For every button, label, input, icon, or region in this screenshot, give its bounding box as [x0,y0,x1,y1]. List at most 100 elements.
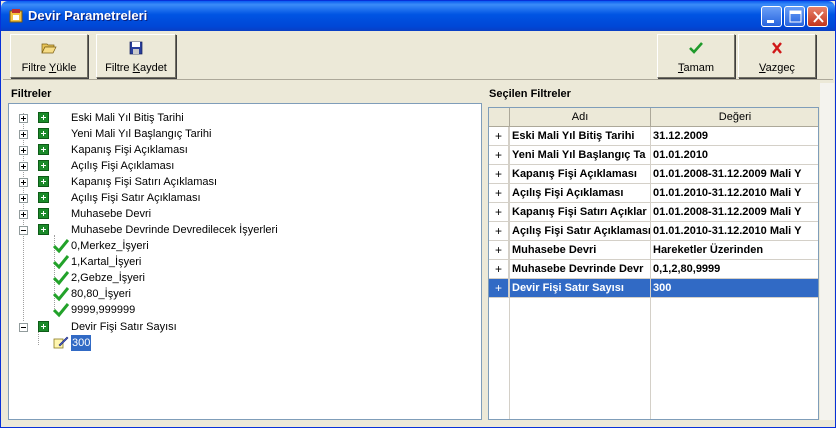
selected-filters-grid[interactable]: Adı Değeri + Eski Mali Yıl Bitiş Tarihi … [488,107,819,420]
load-filter-button[interactable]: Filtre Yükle [10,34,88,78]
selected-filters-heading: Seçilen Filtreler [489,88,571,100]
tree-item[interactable]: Yeni Mali Yıl Başlangıç Tarihi [9,126,479,142]
row-name-cell: Muhasebe Devrinde Devr [510,260,651,279]
tree-value-selected[interactable]: 300 [71,335,92,351]
pencil-edit-icon [53,336,69,349]
row-name-cell: Kapanış Fişi Açıklaması [510,165,651,184]
tree-item[interactable]: Açılış Fişi Satır Açıklaması [9,190,479,206]
expand-icon[interactable] [19,130,28,139]
filter-plus-icon [38,192,49,203]
tree-subitem[interactable]: 1,Kartal_İşyeri [9,254,479,270]
tree-item[interactable]: Muhasebe Devri [9,206,479,222]
maximize-button[interactable] [784,6,805,27]
close-button[interactable] [807,6,828,27]
tree-subitem-label: 1,Kartal_İşyeri [71,256,142,268]
app-icon [9,9,23,23]
filter-plus-icon [38,321,49,332]
row-expand-icon[interactable]: + [489,222,509,241]
filter-plus-icon [38,112,49,123]
filter-plus-icon [38,176,49,187]
tree-subitem[interactable]: 80,80_İşyeri [9,286,479,302]
tree-item-label: Açılış Fişi Satır Açıklaması [71,192,201,204]
tree-item[interactable]: Açılış Fişi Açıklaması [9,158,479,174]
toolbar: Filtre Yükle Filtre Kaydet Tamam Vazgeç [3,31,833,80]
tree-item[interactable]: Muhasebe Devrinde Devredilecek İşyerleri [9,222,479,238]
window-scrollbar[interactable] [820,83,834,420]
save-filter-button[interactable]: Filtre Kaydet [96,34,176,78]
column-header-value[interactable]: Değeri [651,108,818,127]
row-expand-icon[interactable]: + [489,127,509,146]
expand-icon[interactable] [19,210,28,219]
row-expand-icon[interactable]: + [489,184,509,203]
collapse-icon[interactable] [19,226,28,235]
row-expand-icon[interactable]: + [489,203,509,222]
row-name-cell: Muhasebe Devri [510,241,651,260]
tree-item-label: Eski Mali Yıl Bitiş Tarihi [71,112,184,124]
tree-item[interactable]: Devir Fişi Satır Sayısı [9,319,479,335]
tree-subitem-label: 2,Gebze_İşyeri [71,272,145,284]
tree-item[interactable]: Kapanış Fişi Satırı Açıklaması [9,174,479,190]
expand-icon[interactable] [19,114,28,123]
row-expand-icon[interactable]: + [489,260,509,279]
ok-label: amam [683,62,715,74]
window-title: Devir Parametreleri [28,8,148,23]
expand-icon[interactable] [19,194,28,203]
load-filter-label-rest: ükle [56,62,77,74]
panel-splitter[interactable] [484,103,487,420]
save-filter-accel: K [132,62,140,74]
green-check-icon [689,42,703,54]
tree-item-label: Muhasebe Devri [71,208,152,220]
status-strip [3,423,833,427]
ok-button[interactable]: Tamam [657,34,735,78]
row-expand-icon[interactable]: + [489,146,509,165]
tree-item-label: Kapanış Fişi Satırı Açıklaması [71,176,218,188]
save-filter-label-rest: aydet [139,62,167,74]
tree-item-label: Kapanış Fişi Açıklaması [71,144,188,156]
minimize-button[interactable] [761,6,782,27]
row-name-cell: Yeni Mali Yıl Başlangıç Ta [510,146,651,165]
save-filter-label: Filtre [105,62,133,74]
tree-subitem[interactable]: 300 [9,335,479,351]
row-name-cell: Kapanış Fişi Satırı Açıklar [510,203,651,222]
row-expand-icon[interactable]: + [489,279,509,298]
row-name-cell: Eski Mali Yıl Bitiş Tarihi [510,127,651,146]
collapse-icon[interactable] [19,323,28,332]
cancel-button[interactable]: Vazgeç [738,34,816,78]
row-name-cell: Açılış Fişi Açıklaması [510,184,651,203]
row-name-cell: Açılış Fişi Satır Açıklaması [510,222,651,241]
tree-subitem-label: 9999,999999 [71,304,136,316]
row-name-cell: Devir Fişi Satır Sayısı [510,279,651,298]
minimize-icon [767,20,774,23]
title-bar[interactable]: Devir Parametreleri [1,1,835,31]
filters-heading: Filtreler [11,88,52,100]
expand-icon[interactable] [19,162,28,171]
row-value-cell: 01.01.2010-31.12.2010 Mali Y [651,222,818,241]
tree-item[interactable]: Eski Mali Yıl Bitiş Tarihi [9,110,479,126]
tree-item-label: Devir Fişi Satır Sayısı [71,321,177,333]
row-expand-icon[interactable]: + [489,241,509,260]
expand-icon[interactable] [19,146,28,155]
tree-subitem[interactable]: 2,Gebze_İşyeri [9,270,479,286]
grid-corner-header [489,108,510,127]
devir-parametreleri-window: Devir Parametreleri Filtre Yükle Filtre … [0,0,836,428]
maximize-icon [789,10,802,23]
tree-item[interactable]: Kapanış Fişi Açıklaması [9,142,479,158]
tree-item-label: Açılış Fişi Açıklaması [71,160,175,172]
expand-icon[interactable] [19,178,28,187]
tree-subitem[interactable]: 0,Merkez_İşyeri [9,238,479,254]
tree-subitem[interactable]: 9999,999999 [9,302,479,318]
filters-tree[interactable]: Eski Mali Yıl Bitiş Tarihi Yeni Mali Yıl… [8,103,482,420]
filter-plus-icon [38,224,49,235]
row-expand-icon[interactable]: + [489,165,509,184]
check-icon [53,303,69,318]
column-header-name[interactable]: Adı [510,108,651,127]
check-icon [53,287,69,302]
row-value-cell: 0,1,2,80,9999 [651,260,818,279]
row-value-cell: 31.12.2009 [651,127,818,146]
row-value-cell: 01.01.2008-31.12.2009 Mali Y [651,203,818,222]
filter-plus-icon [38,128,49,139]
check-icon [53,239,69,254]
check-icon [53,255,69,270]
row-value-cell: Hareketler Üzerinden [651,241,818,260]
tree-subitem-label: 80,80_İşyeri [71,288,131,300]
